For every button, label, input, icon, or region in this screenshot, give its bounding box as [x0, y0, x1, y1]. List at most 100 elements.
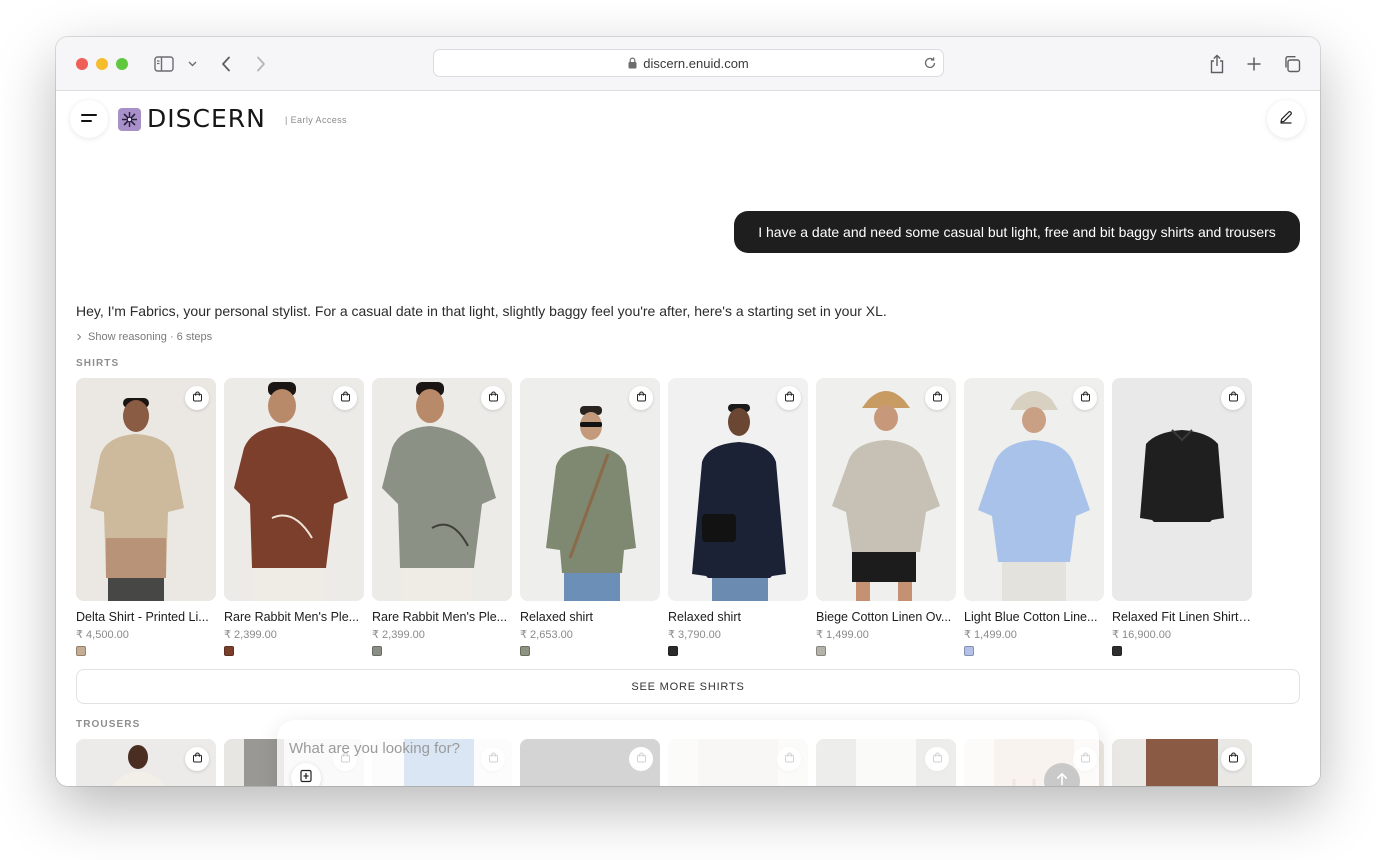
- tabs-overview-icon[interactable]: [1281, 52, 1303, 76]
- shopping-bag-icon: [784, 389, 795, 407]
- menu-icon: [81, 110, 97, 128]
- product-price: ₹ 3,790.00: [668, 629, 721, 641]
- add-to-cart-button[interactable]: [777, 386, 801, 410]
- shopping-bag-icon: [488, 389, 499, 407]
- zoom-window-button[interactable]: [116, 58, 128, 70]
- shirts-row: Delta Shirt - Printed Li... ₹ 4,500.00 R…: [76, 378, 1300, 663]
- product-card[interactable]: [76, 739, 216, 786]
- add-to-cart-button[interactable]: [925, 386, 949, 410]
- show-reasoning-toggle[interactable]: Show reasoning · 6 steps: [76, 331, 212, 343]
- product-image[interactable]: [520, 378, 660, 601]
- color-swatch[interactable]: [668, 646, 678, 656]
- edit-icon: [1279, 110, 1293, 129]
- product-price: ₹ 2,399.00: [224, 629, 277, 641]
- user-message: I have a date and need some casual but l…: [734, 211, 1300, 253]
- product-card[interactable]: Rare Rabbit Men's Ple... ₹ 2,399.00: [372, 378, 512, 663]
- sidebar-icon[interactable]: [152, 52, 176, 76]
- color-swatch[interactable]: [816, 646, 826, 656]
- attach-icon: [299, 769, 313, 787]
- shopping-bag-icon: [340, 389, 351, 407]
- product-image[interactable]: [816, 378, 956, 601]
- color-swatch[interactable]: [372, 646, 382, 656]
- reload-icon[interactable]: [923, 56, 937, 70]
- minimize-window-button[interactable]: [96, 58, 108, 70]
- add-to-cart-button[interactable]: [1221, 386, 1245, 410]
- browser-toolbar: discern.enuid.com: [56, 37, 1320, 91]
- product-image[interactable]: [224, 378, 364, 601]
- product-image[interactable]: [1112, 378, 1252, 601]
- product-price: ₹ 2,653.00: [520, 629, 573, 641]
- shopping-bag-icon: [932, 389, 943, 407]
- new-tab-icon[interactable]: [1243, 52, 1265, 76]
- product-image[interactable]: [76, 378, 216, 601]
- share-icon[interactable]: [1206, 52, 1228, 76]
- shopping-bag-icon: [636, 389, 647, 407]
- product-card[interactable]: Rare Rabbit Men's Ple... ₹ 2,399.00: [224, 378, 364, 663]
- chevron-down-icon[interactable]: [186, 52, 198, 76]
- early-access-badge: | Early Access: [285, 115, 347, 125]
- product-name[interactable]: Light Blue Cotton Line...: [964, 610, 1104, 624]
- chat-composer: [277, 720, 1099, 786]
- show-reasoning-label: Show reasoning · 6 steps: [88, 331, 213, 343]
- arrow-up-icon: [1056, 772, 1068, 787]
- color-swatch[interactable]: [224, 646, 234, 656]
- shopping-bag-icon: [1228, 389, 1239, 407]
- product-card[interactable]: [1112, 739, 1252, 786]
- trousers-section-label: TROUSERS: [76, 719, 141, 730]
- lock-icon: [628, 57, 637, 69]
- logo-icon[interactable]: [118, 108, 141, 131]
- product-card[interactable]: Delta Shirt - Printed Li... ₹ 4,500.00: [76, 378, 216, 663]
- add-to-cart-button[interactable]: [185, 747, 209, 771]
- shopping-bag-icon: [192, 389, 203, 407]
- product-card[interactable]: Light Blue Cotton Line... ₹ 1,499.00: [964, 378, 1104, 663]
- product-name[interactable]: Biege Cotton Linen Ov...: [816, 610, 956, 624]
- product-price: ₹ 16,900.00: [1112, 629, 1171, 641]
- new-chat-button[interactable]: [1267, 100, 1305, 138]
- product-price: ₹ 1,499.00: [964, 629, 1017, 641]
- add-to-cart-button[interactable]: [481, 386, 505, 410]
- attach-button[interactable]: [291, 763, 321, 786]
- shopping-bag-icon: [1228, 750, 1239, 768]
- add-to-cart-button[interactable]: [1221, 747, 1245, 771]
- address-url: discern.enuid.com: [643, 55, 749, 71]
- back-icon[interactable]: [216, 52, 236, 76]
- shirts-section-label: SHIRTS: [76, 358, 120, 369]
- product-price: ₹ 2,399.00: [372, 629, 425, 641]
- product-price: ₹ 4,500.00: [76, 629, 129, 641]
- search-input[interactable]: [289, 738, 889, 758]
- product-name[interactable]: Relaxed shirt: [520, 610, 660, 624]
- color-swatch[interactable]: [520, 646, 530, 656]
- brand-name[interactable]: DISCERN: [147, 104, 266, 134]
- product-image[interactable]: [372, 378, 512, 601]
- shopping-bag-icon: [192, 750, 203, 768]
- product-name[interactable]: Rare Rabbit Men's Ple...: [224, 610, 364, 624]
- product-price: ₹ 1,499.00: [816, 629, 869, 641]
- product-card[interactable]: Biege Cotton Linen Ov... ₹ 1,499.00: [816, 378, 956, 663]
- product-image[interactable]: [668, 378, 808, 601]
- page-content: DISCERN | Early Access I have a date and…: [56, 92, 1320, 786]
- chevron-right-icon: [76, 333, 82, 341]
- color-swatch[interactable]: [1112, 646, 1122, 656]
- product-name[interactable]: Delta Shirt - Printed Li...: [76, 610, 216, 624]
- send-button[interactable]: [1044, 763, 1080, 786]
- forward-icon[interactable]: [251, 52, 271, 76]
- add-to-cart-button[interactable]: [629, 386, 653, 410]
- shopping-bag-icon: [1080, 389, 1091, 407]
- add-to-cart-button[interactable]: [185, 386, 209, 410]
- add-to-cart-button[interactable]: [333, 386, 357, 410]
- product-card[interactable]: Relaxed shirt ₹ 3,790.00: [668, 378, 808, 663]
- product-card[interactable]: Relaxed Fit Linen Shirt ... ₹ 16,900.00: [1112, 378, 1252, 663]
- menu-button[interactable]: [70, 100, 108, 138]
- add-to-cart-button[interactable]: [1073, 386, 1097, 410]
- color-swatch[interactable]: [76, 646, 86, 656]
- product-name[interactable]: Rare Rabbit Men's Ple...: [372, 610, 512, 624]
- assistant-message: Hey, I'm Fabrics, your personal stylist.…: [76, 303, 887, 319]
- product-name[interactable]: Relaxed shirt: [668, 610, 808, 624]
- product-name[interactable]: Relaxed Fit Linen Shirt ...: [1112, 610, 1252, 624]
- see-more-shirts-button[interactable]: SEE MORE SHIRTS: [76, 669, 1300, 704]
- close-window-button[interactable]: [76, 58, 88, 70]
- product-card[interactable]: Relaxed shirt ₹ 2,653.00: [520, 378, 660, 663]
- product-image[interactable]: [964, 378, 1104, 601]
- color-swatch[interactable]: [964, 646, 974, 656]
- address-bar[interactable]: discern.enuid.com: [433, 49, 944, 77]
